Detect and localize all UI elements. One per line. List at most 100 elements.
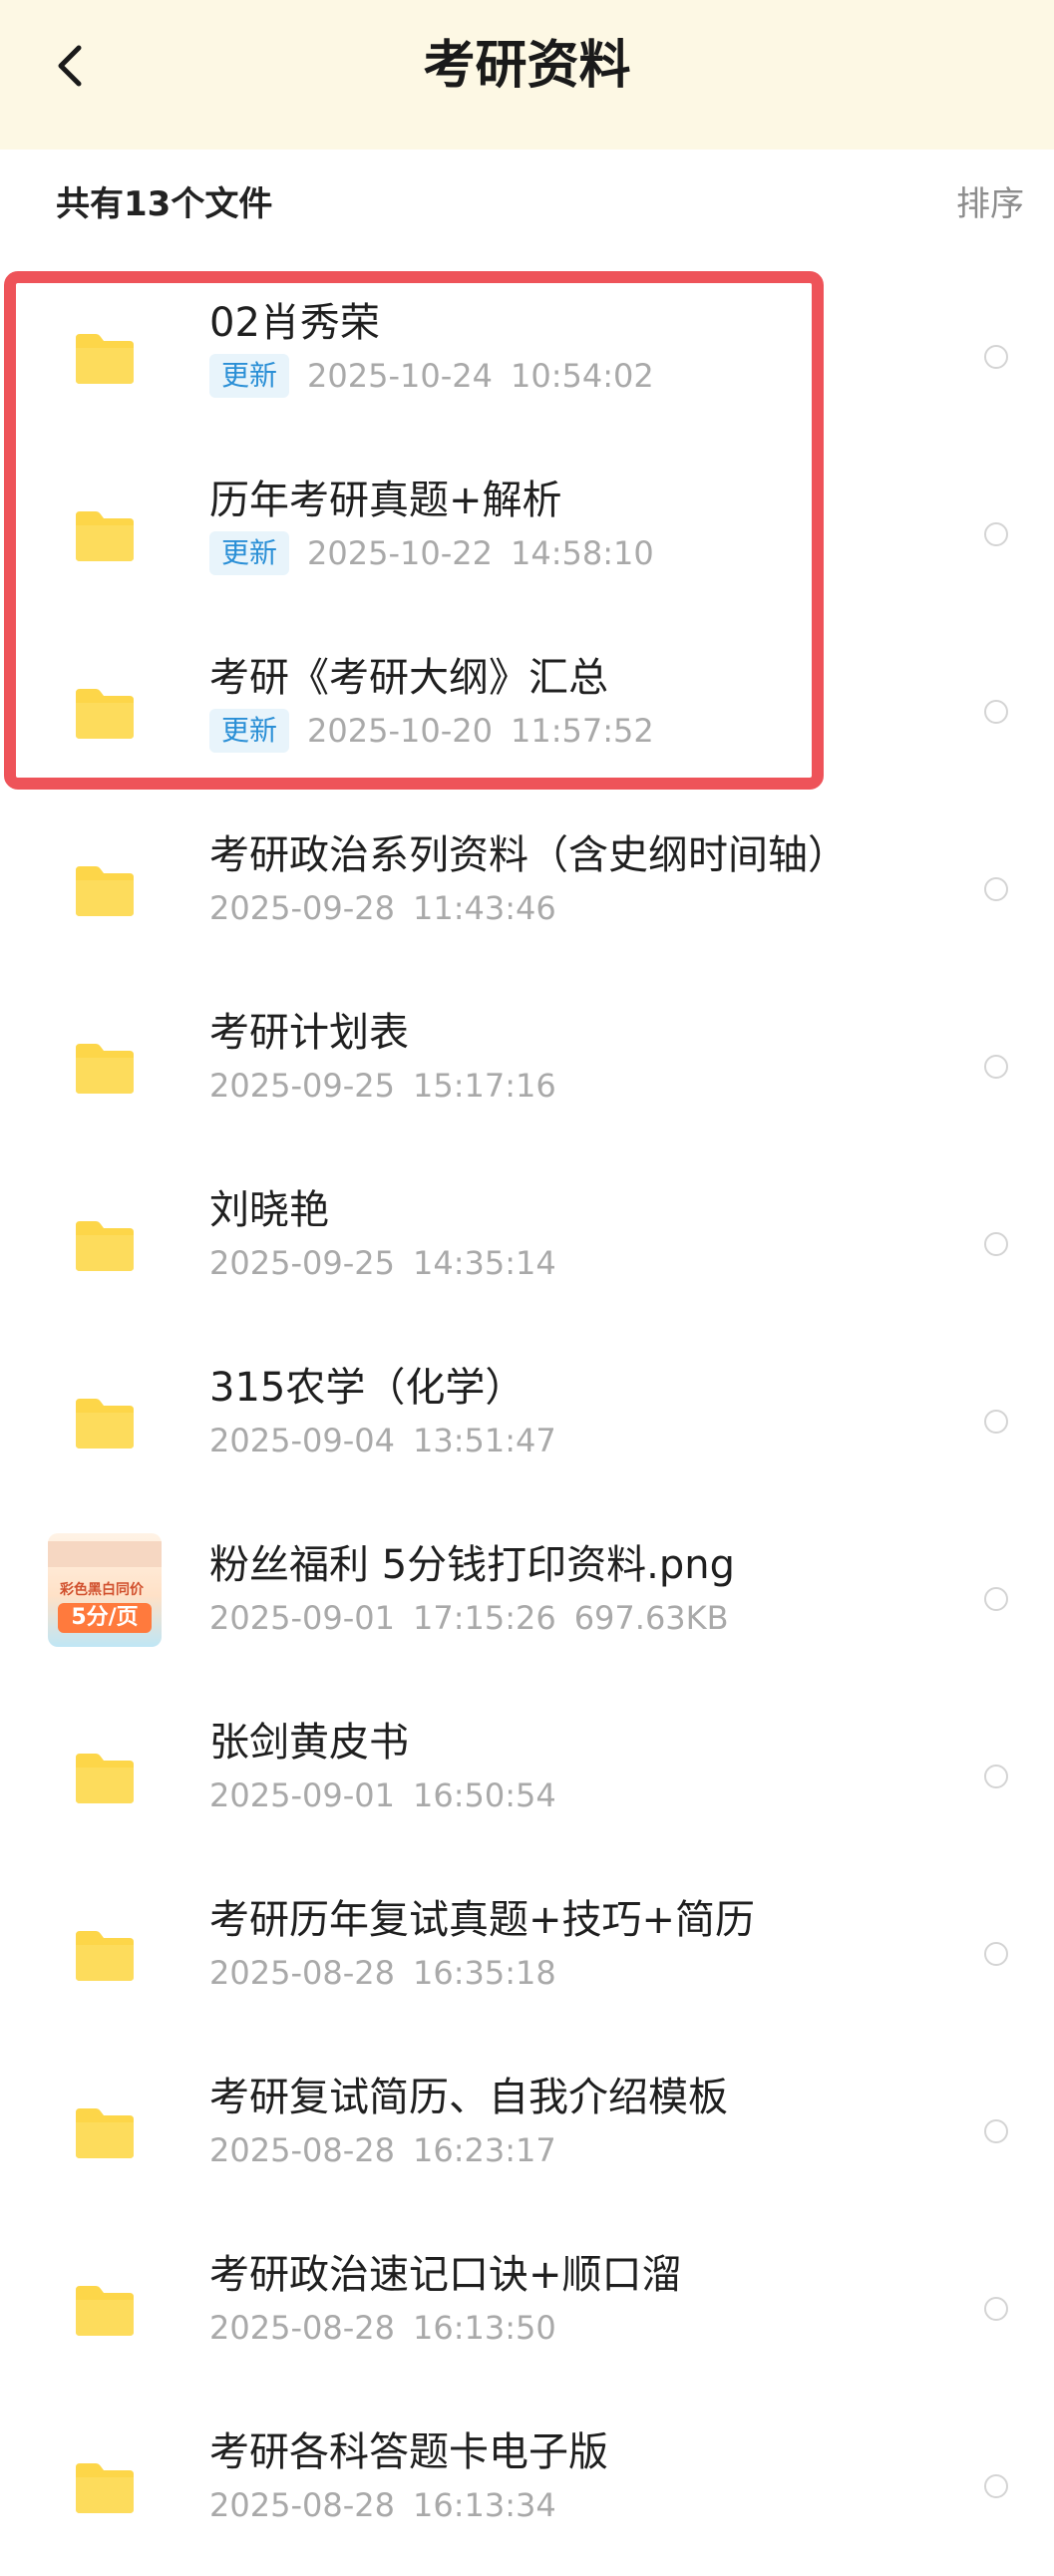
file-row-folder[interactable]: 刘晓艳 2025-09-25 14:35:14 — [0, 1156, 1054, 1334]
file-date: 2025-09-25 — [209, 1244, 395, 1282]
file-meta: 2025-08-28 16:23:17 — [209, 2125, 556, 2175]
file-row-image[interactable]: 彩色黑白同价 5分/页 粉丝福利 5分钱打印资料.png 2025-09-01 17:1… — [0, 1511, 1054, 1689]
file-list: 02肖秀荣 更新 2025-10-24 10:54:02 历年考研真题+解析 更新 2025… — [0, 269, 1054, 2576]
folder-icon — [50, 1378, 160, 1467]
file-time: 13:51:47 — [412, 1422, 556, 1459]
sort-button[interactable]: 排序 — [956, 179, 1024, 229]
file-meta: 2025-09-04 13:51:47 — [209, 1416, 556, 1465]
file-count-label: 共有13个文件 — [56, 184, 273, 224]
folder-icon — [50, 1733, 160, 1822]
select-radio[interactable] — [984, 2297, 1008, 2321]
file-meta: 2025-08-28 16:13:34 — [209, 2480, 556, 2530]
update-badge: 更新 — [209, 709, 290, 753]
file-name: 02肖秀荣 — [209, 300, 380, 346]
file-meta: 更新 2025-10-24 10:54:02 — [209, 351, 654, 401]
file-meta: 2025-09-25 15:17:16 — [209, 1061, 556, 1111]
file-name: 考研历年复试真题+技巧+简历 — [209, 1897, 756, 1943]
file-row-folder[interactable]: 考研政治速记口诀+顺口溜 2025-08-28 16:13:50 — [0, 2221, 1054, 2399]
file-date: 2025-09-04 — [209, 1422, 395, 1459]
header-bar: 考研资料 — [0, 0, 1054, 150]
select-radio[interactable] — [984, 522, 1008, 546]
file-date: 2025-09-01 — [209, 1599, 395, 1637]
file-name: 粉丝福利 5分钱打印资料.png — [209, 1542, 736, 1588]
file-meta: 2025-09-01 16:50:54 — [209, 1771, 556, 1820]
file-row-folder[interactable]: 考研政治系列资料（含史纲时间轴） 2025-09-28 11:43:46 — [0, 802, 1054, 979]
file-name: 考研《考研大纲》汇总 — [209, 655, 608, 701]
file-date: 2025-09-25 — [209, 1067, 395, 1105]
file-time: 10:54:02 — [510, 357, 654, 395]
select-radio[interactable] — [984, 2474, 1008, 2498]
file-name: 刘晓艳 — [209, 1187, 329, 1233]
file-row-folder[interactable]: 02肖秀荣更新 2025-10-24 10:54:02 — [0, 269, 1054, 447]
file-row-folder[interactable]: 张剑黄皮书 2025-09-01 16:50:54 — [0, 1689, 1054, 1866]
file-row-folder[interactable]: 历年考研真题+解析 更新 2025-10-22 14:58:10 — [0, 447, 1054, 624]
file-date: 2025-09-01 — [209, 1776, 395, 1814]
file-time: 16:50:54 — [412, 1776, 556, 1814]
file-date: 2025-10-22 — [307, 534, 493, 572]
file-name: 考研政治系列资料（含史纲时间轴） — [209, 832, 848, 878]
folder-icon — [50, 845, 160, 935]
file-date: 2025-08-28 — [209, 2309, 395, 2347]
file-time: 14:35:14 — [412, 1244, 556, 1282]
file-meta: 2025-08-28 16:13:50 — [209, 2303, 556, 2353]
folder-icon — [50, 668, 160, 758]
file-time: 16:23:17 — [412, 2131, 556, 2169]
file-size: 697.63KB — [573, 1599, 729, 1637]
select-radio[interactable] — [984, 1410, 1008, 1434]
file-meta: 更新 2025-10-22 14:58:10 — [209, 528, 654, 578]
file-date: 2025-08-28 — [209, 2486, 395, 2524]
file-row-folder[interactable]: 315农学（化学） 2025-09-04 13:51:47 — [0, 1334, 1054, 1511]
update-badge: 更新 — [209, 354, 290, 398]
folder-icon — [50, 2088, 160, 2177]
select-radio[interactable] — [984, 345, 1008, 369]
file-row-folder[interactable]: 考研历年复试真题+技巧+简历 2025-08-28 16:35:18 — [0, 1866, 1054, 2044]
file-time: 17:15:26 — [412, 1599, 556, 1637]
folder-icon — [50, 1023, 160, 1113]
image-thumbnail: 彩色黑白同价 5分/页 — [48, 1533, 162, 1647]
select-radio[interactable] — [984, 2119, 1008, 2143]
file-row-folder[interactable]: 考研各科答题卡电子版 2025-08-28 16:13:34 — [0, 2399, 1054, 2576]
select-radio[interactable] — [984, 1055, 1008, 1079]
list-toolbar: 共有13个文件 排序 — [0, 150, 1054, 259]
select-radio[interactable] — [984, 1587, 1008, 1611]
page-title: 考研资料 — [423, 36, 631, 96]
file-time: 11:43:46 — [412, 889, 556, 927]
file-time: 11:57:52 — [510, 712, 654, 750]
file-time: 14:58:10 — [510, 534, 654, 572]
file-date: 2025-08-28 — [209, 1954, 395, 1992]
file-name: 张剑黄皮书 — [209, 1720, 409, 1766]
file-date: 2025-09-28 — [209, 889, 395, 927]
file-date: 2025-08-28 — [209, 2131, 395, 2169]
folder-icon — [50, 1910, 160, 2000]
file-time: 16:13:34 — [412, 2486, 556, 2524]
file-name: 考研计划表 — [209, 1010, 409, 1056]
file-name: 315农学（化学） — [209, 1365, 526, 1411]
file-meta: 2025-08-28 16:35:18 — [209, 1948, 556, 1998]
select-radio[interactable] — [984, 1765, 1008, 1788]
select-radio[interactable] — [984, 1232, 1008, 1256]
select-radio[interactable] — [984, 1942, 1008, 1966]
file-time: 16:13:50 — [412, 2309, 556, 2347]
file-date: 2025-10-24 — [307, 357, 493, 395]
folder-icon — [50, 490, 160, 580]
file-name: 历年考研真题+解析 — [209, 478, 562, 523]
file-time: 15:17:16 — [412, 1067, 556, 1105]
folder-icon — [50, 1200, 160, 1290]
update-badge: 更新 — [209, 531, 290, 575]
thumbnail-banner — [48, 1541, 162, 1567]
file-time: 16:35:18 — [412, 1954, 556, 1992]
file-row-folder[interactable]: 考研《考研大纲》汇总 更新 2025-10-20 11:57:52 — [0, 624, 1054, 802]
thumbnail-caption: 彩色黑白同价 — [60, 1582, 144, 1598]
file-meta: 更新 2025-10-20 11:57:52 — [209, 706, 654, 756]
file-row-folder[interactable]: 考研复试简历、自我介绍模板 2025-08-28 16:23:17 — [0, 2044, 1054, 2221]
folder-icon — [50, 313, 160, 403]
file-meta: 2025-09-01 17:15:26 697.63KB — [209, 1593, 729, 1643]
select-radio[interactable] — [984, 877, 1008, 901]
select-radio[interactable] — [984, 700, 1008, 724]
file-name: 考研政治速记口诀+顺口溜 — [209, 2252, 682, 2298]
file-row-folder[interactable]: 考研计划表 2025-09-25 15:17:16 — [0, 979, 1054, 1156]
folder-icon — [50, 2265, 160, 2355]
file-date: 2025-10-20 — [307, 712, 493, 750]
file-name: 考研复试简历、自我介绍模板 — [209, 2075, 728, 2120]
folder-icon — [50, 2442, 160, 2532]
